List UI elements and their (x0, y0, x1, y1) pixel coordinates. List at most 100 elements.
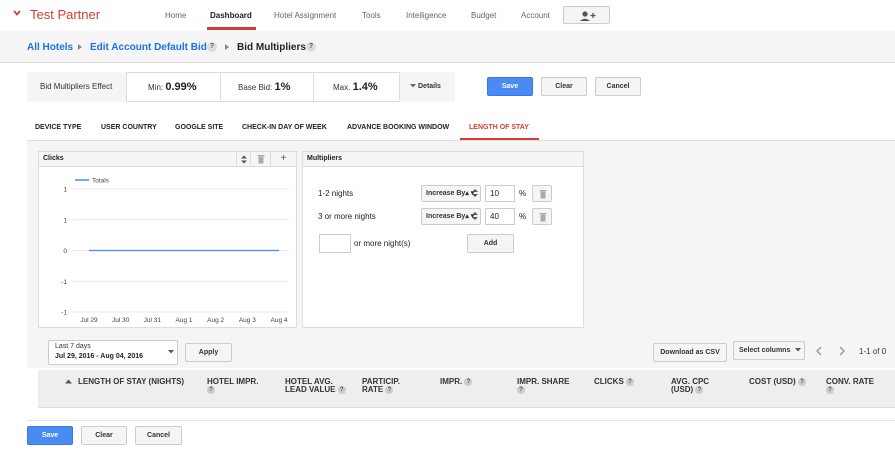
details-label[interactable]: Details (418, 83, 441, 90)
column-header-cost[interactable]: COST (USD) ? (749, 378, 819, 386)
tab-user-country[interactable]: USER COUNTRY (101, 124, 157, 131)
column-header-particip-rate[interactable]: PARTICIP. RATE ? (362, 378, 422, 394)
save-button-bottom[interactable]: Save (27, 426, 73, 445)
column-label: CLICKS (594, 377, 624, 386)
multiplier-value-input[interactable]: 40 (485, 208, 515, 225)
percent-unit: % (519, 212, 527, 221)
select-arrows-icon (472, 189, 478, 197)
breadcrumb-chevron-icon (225, 44, 229, 50)
help-icon[interactable]: ? (517, 386, 525, 394)
delete-multiplier-button[interactable] (532, 185, 552, 202)
nav-budget[interactable]: Budget (471, 11, 496, 20)
help-icon[interactable]: ? (207, 386, 215, 394)
help-icon[interactable]: ? (306, 42, 316, 52)
divider (27, 420, 895, 421)
clear-button[interactable]: Clear (541, 77, 587, 96)
trash-icon (257, 155, 265, 164)
date-range: Jul 29, 2016 - Aug 04, 2016 (55, 353, 144, 360)
nav-dashboard[interactable]: Dashboard (210, 11, 252, 20)
nav-home[interactable]: Home (165, 11, 186, 20)
help-icon[interactable]: ? (207, 42, 217, 52)
x-tick-label: Aug 3 (239, 317, 256, 324)
breadcrumb-all-hotels[interactable]: All Hotels (27, 42, 73, 53)
percent-unit: % (519, 189, 527, 198)
column-header-hotel-impr[interactable]: HOTEL IMPR. ? (207, 378, 273, 394)
effect-base: Base Bid: 1% (238, 81, 290, 93)
max-label: Max. (333, 83, 351, 92)
delete-multiplier-button[interactable] (532, 208, 552, 225)
apply-button[interactable]: Apply (185, 343, 232, 362)
tab-device-type[interactable]: DEVICE TYPE (35, 124, 81, 131)
line-chart: 1 1 0 -1 -1 Jul 29 Jul 30 Jul 31 Aug 1 Aug 2 Aug 3… (61, 178, 289, 324)
column-header-length-of-stay[interactable]: LENGTH OF STAY (NIGHTS) (78, 378, 184, 386)
chevron-down-icon[interactable] (13, 9, 21, 17)
chevron-right-icon[interactable] (837, 345, 847, 357)
column-label: CONV. RATE (826, 377, 875, 386)
tab-length-of-stay[interactable]: LENGTH OF STAY (469, 124, 529, 131)
multiplier-value-input[interactable]: 10 (485, 185, 515, 202)
multipliers-panel-header (303, 152, 583, 167)
sort-arrows-icon (241, 155, 247, 164)
nav-hotel-assignment[interactable]: Hotel Assignment (274, 11, 336, 20)
sort-ascending-icon[interactable] (65, 379, 72, 384)
help-icon[interactable]: ? (626, 378, 635, 386)
cancel-button-bottom[interactable]: Cancel (135, 426, 182, 445)
tab-check-in-day[interactable]: CHECK-IN DAY OF WEEK (242, 124, 327, 131)
x-tick-label: Jul 30 (112, 317, 130, 324)
x-tick-label: Jul 29 (80, 317, 98, 324)
chart-metric-label: Clicks (43, 155, 64, 162)
cancel-button[interactable]: Cancel (595, 77, 641, 96)
help-icon[interactable]: ? (695, 386, 704, 394)
nav-account[interactable]: Account (521, 11, 550, 20)
column-label: COST (USD) (749, 377, 796, 386)
add-chart-button[interactable]: + (270, 152, 296, 167)
effect-max: Max. 1.4% (333, 81, 378, 93)
table-header (38, 370, 895, 408)
column-header-hotel-avg-lead-value[interactable]: HOTEL AVG. LEAD VALUE ? (285, 378, 349, 394)
tab-google-site[interactable]: GOOGLE SITE (175, 124, 223, 131)
nav-intelligence[interactable]: Intelligence (406, 11, 446, 20)
column-header-conv-rate[interactable]: CONV. RATE ? (826, 378, 886, 394)
select-columns-button[interactable]: Select columns (733, 341, 805, 360)
delete-chart-button[interactable] (250, 152, 270, 167)
column-label: PARTICIP. RATE (362, 377, 400, 394)
top-bar (0, 0, 895, 31)
clear-button-bottom[interactable]: Clear (81, 426, 127, 445)
download-csv-button[interactable]: Download as CSV (653, 343, 727, 362)
column-header-clicks[interactable]: CLICKS ? (594, 378, 654, 386)
help-icon[interactable]: ? (826, 386, 834, 394)
metric-select-button[interactable] (236, 152, 250, 167)
y-tick-label: 1 (63, 217, 67, 224)
caret-down-icon (410, 84, 416, 88)
min-label: Min: (148, 83, 164, 92)
page-title: Bid Multipliers (237, 42, 306, 53)
add-multiplier-button[interactable]: Add (467, 234, 514, 253)
column-label: IMPR. (440, 377, 463, 386)
column-header-impr-share[interactable]: IMPR. SHARE ? (517, 378, 581, 394)
save-button[interactable]: Save (487, 77, 533, 96)
pagination-label: 1-1 of 0 (859, 347, 887, 356)
chevron-left-icon[interactable] (814, 345, 824, 357)
account-name[interactable]: Test Partner (30, 7, 100, 22)
add-user-icon (580, 11, 596, 21)
column-label: HOTEL IMPR. (207, 377, 259, 386)
column-header-impr[interactable]: IMPR. ? (440, 378, 500, 386)
trash-icon (539, 190, 547, 199)
tab-advance-booking[interactable]: ADVANCE BOOKING WINDOW (347, 124, 449, 131)
nav-tools[interactable]: Tools (362, 11, 381, 20)
help-icon[interactable]: ? (385, 386, 394, 394)
new-nights-input[interactable] (319, 234, 351, 253)
multipliers-title: Multipliers (307, 155, 343, 162)
legend-label: Totals (92, 178, 110, 185)
base-label: Base Bid: (238, 83, 273, 92)
x-tick-label: Aug 2 (207, 317, 224, 324)
column-header-avg-cpc[interactable]: AVG. CPC (USD) ? (671, 378, 729, 394)
breadcrumb-edit-account-default-bid[interactable]: Edit Account Default Bid (90, 42, 207, 53)
column-label: AVG. CPC (USD) (671, 377, 710, 394)
y-tick-label: -1 (61, 310, 67, 317)
help-icon[interactable]: ? (464, 378, 473, 386)
help-icon[interactable]: ? (797, 378, 806, 386)
add-user-button[interactable] (563, 6, 610, 24)
help-icon[interactable]: ? (337, 386, 346, 394)
x-tick-label: Jul 31 (144, 317, 162, 324)
